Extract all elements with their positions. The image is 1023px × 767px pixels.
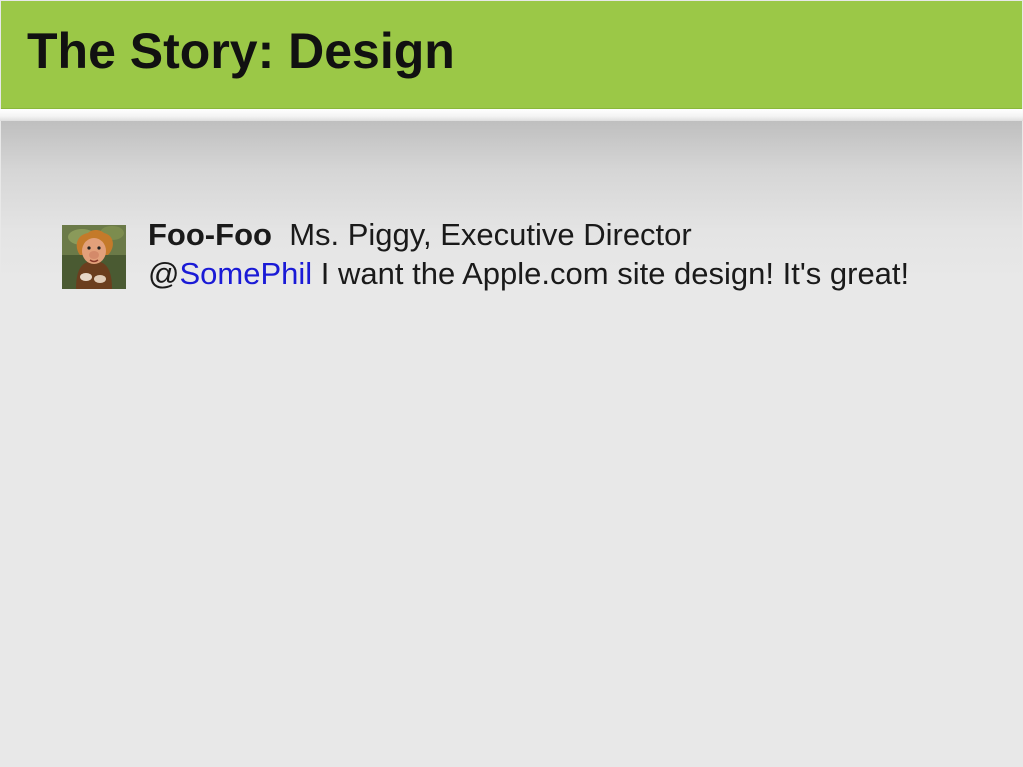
slide: The Story: Design Foo-Foo Ms. Piggy, Exe… xyxy=(0,0,1023,767)
title-separator xyxy=(0,109,1023,121)
tweet-message: I want the Apple.com site design! It's g… xyxy=(320,256,910,291)
tweet: Foo-Foo Ms. Piggy, Executive Director @So… xyxy=(148,215,938,293)
slide-title: The Story: Design xyxy=(27,23,455,79)
mention-link[interactable]: SomePhil xyxy=(179,256,312,291)
tweet-author[interactable]: Foo-Foo xyxy=(148,217,272,252)
title-bar: The Story: Design xyxy=(1,1,1022,109)
avatar-image xyxy=(62,225,126,289)
piggy-portrait-avatar-icon xyxy=(62,225,126,289)
mention-at-sign: @ xyxy=(148,256,180,291)
tweet-author-description: Ms. Piggy, Executive Director xyxy=(289,217,692,252)
